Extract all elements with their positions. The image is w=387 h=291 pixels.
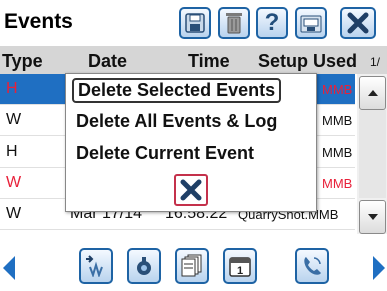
export-icon xyxy=(300,15,322,33)
seismograph-icon xyxy=(137,257,151,275)
scroll-down-button[interactable] xyxy=(359,200,386,234)
save-button[interactable] xyxy=(179,7,211,39)
arrow-left-icon[interactable] xyxy=(3,256,15,280)
delete-options-dialog: Delete Selected Events Delete All Events… xyxy=(65,73,317,212)
documents-button[interactable] xyxy=(175,248,209,284)
help-button[interactable]: ? xyxy=(256,7,288,39)
column-header-setup: Setup Used xyxy=(258,51,358,71)
arrow-right-icon[interactable] xyxy=(373,256,385,280)
row-type: W xyxy=(6,111,22,128)
documents-icon xyxy=(181,254,202,277)
header-bar: Events ? xyxy=(0,0,387,46)
column-header-time: Time xyxy=(188,51,230,71)
row-type: H xyxy=(6,80,18,97)
row-setup: MMB xyxy=(322,82,353,97)
close-icon xyxy=(347,12,369,34)
waveform-button[interactable] xyxy=(79,248,113,284)
column-header-overflow: 1/ xyxy=(370,55,381,69)
phone-icon xyxy=(304,257,321,275)
phone-button[interactable] xyxy=(295,248,329,284)
svg-text:1: 1 xyxy=(237,265,243,277)
delete-selected-events-option[interactable]: Delete Selected Events xyxy=(72,78,282,103)
delete-button[interactable] xyxy=(218,7,250,39)
page-title: Events xyxy=(4,10,73,33)
help-icon: ? xyxy=(264,9,280,36)
chevron-up-icon xyxy=(367,90,378,96)
column-header-type: Type xyxy=(2,51,43,71)
row-type: W xyxy=(6,205,22,222)
row-type: H xyxy=(6,143,18,160)
delete-current-event-option[interactable]: Delete Current Event xyxy=(76,143,254,164)
row-setup: MMB xyxy=(322,113,353,128)
row-setup: MMB xyxy=(322,176,353,191)
chevron-down-icon xyxy=(367,214,378,220)
export-button[interactable] xyxy=(295,7,327,39)
row-setup: MMB xyxy=(322,145,353,160)
delete-all-events-option[interactable]: Delete All Events & Log xyxy=(76,111,277,132)
save-icon xyxy=(185,13,205,33)
seismograph-button[interactable] xyxy=(127,248,161,284)
calendar-icon: 1 xyxy=(229,257,251,277)
footer-bar: 1 xyxy=(0,242,387,291)
table-scrollbar[interactable] xyxy=(357,74,387,234)
row-type: W xyxy=(6,174,22,191)
scroll-up-button[interactable] xyxy=(359,76,386,110)
waveform-icon xyxy=(86,255,103,277)
calendar-button[interactable]: 1 xyxy=(223,248,257,284)
scroll-track[interactable] xyxy=(359,110,386,198)
close-button[interactable] xyxy=(340,7,376,39)
dialog-close-button[interactable] xyxy=(174,174,208,206)
column-header-date: Date xyxy=(88,51,128,71)
close-icon xyxy=(180,179,202,201)
trash-icon xyxy=(226,13,242,34)
table-header: Type Date Time Setup Used 1/ xyxy=(0,46,387,74)
